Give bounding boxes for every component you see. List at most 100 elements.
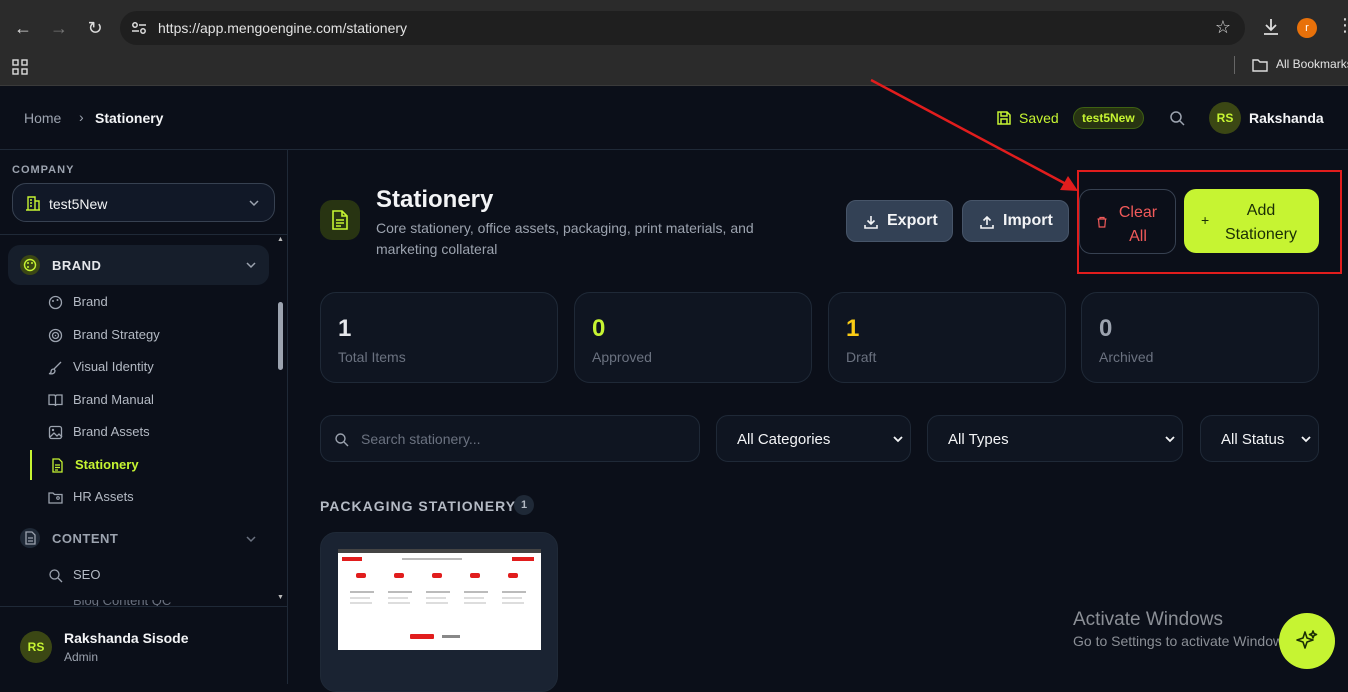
chevron-down-icon [893, 436, 903, 443]
annotation-highlight-box [1077, 170, 1342, 274]
url-text[interactable]: https://app.mengoengine.com/stationery [158, 20, 407, 36]
category-select-value: All Categories [737, 431, 831, 448]
breadcrumb-home[interactable]: Home [24, 110, 61, 126]
search-box[interactable] [320, 415, 700, 462]
page-title: Stationery [376, 186, 494, 213]
book-icon [48, 394, 63, 407]
search-input[interactable] [361, 426, 681, 452]
category-select[interactable]: All Categories [716, 415, 911, 462]
thumbnail-column [386, 573, 416, 617]
sidebar-item-brand-assets[interactable]: Brand Assets [30, 417, 275, 447]
forward-icon[interactable]: → [47, 16, 71, 40]
address-bar[interactable]: https://app.mengoengine.com/stationery ☆ [120, 11, 1245, 45]
stationery-card[interactable] [320, 532, 558, 692]
user-name[interactable]: Rakshanda [1249, 110, 1324, 126]
export-label: Export [887, 212, 938, 229]
thumbnail-line [464, 602, 486, 604]
sidebar-item-label: SEO [73, 567, 101, 582]
brush-icon [48, 361, 62, 375]
thumbnail-line [350, 591, 374, 593]
bookmark-star-icon[interactable]: ☆ [1215, 17, 1231, 38]
stat-card-draft: 1 Draft [828, 292, 1066, 383]
browser-profile-avatar[interactable]: r [1297, 18, 1317, 38]
apps-grid-icon[interactable] [12, 59, 28, 75]
company-select[interactable]: test5New [12, 183, 275, 222]
sidebar-scrollbar[interactable]: ▲ ▼ [276, 236, 286, 604]
scrollbar-thumb[interactable] [278, 302, 283, 370]
ai-assistant-button[interactable] [1279, 613, 1335, 669]
sidebar-item-brand-manual[interactable]: Brand Manual [30, 385, 275, 415]
browser-menu-icon[interactable]: ⋮ [1336, 15, 1348, 36]
sidebar-item-visual-identity[interactable]: Visual Identity [30, 352, 275, 382]
stat-card-approved: 0 Approved [574, 292, 812, 383]
sidebar-item-label: Visual Identity [73, 359, 154, 374]
sidebar: COMPANY test5New ▲ ▼ BRAND Brand Brand S… [0, 150, 288, 684]
thumbnail-line [388, 591, 412, 593]
download-icon[interactable] [1260, 16, 1282, 38]
status-select[interactable]: All Status [1200, 415, 1319, 462]
all-bookmarks-link[interactable]: All Bookmarks [1276, 57, 1348, 71]
thumbnail-column [424, 573, 454, 617]
document-icon [20, 528, 40, 548]
chevron-down-icon [1165, 436, 1175, 443]
stat-value: 1 [338, 315, 352, 342]
thumbnail-line [388, 602, 410, 604]
breadcrumb-chevron-icon: › [79, 109, 84, 125]
export-button[interactable]: Export [846, 200, 953, 242]
chevron-down-icon [1301, 436, 1311, 443]
site-settings-icon[interactable] [130, 19, 148, 37]
sidebar-item-label: HR Assets [73, 489, 134, 504]
app-header: Home › Stationery Saved test5New RS Raks… [0, 86, 1348, 150]
stat-label: Archived [1099, 349, 1154, 365]
thumbnail-badge [356, 573, 366, 578]
sidebar-item-seo[interactable]: SEO [30, 560, 275, 590]
chevron-down-icon [246, 262, 256, 269]
stat-value: 0 [592, 315, 606, 342]
avatar: RS [20, 631, 52, 663]
save-icon [997, 111, 1011, 125]
sidebar-item-hr-assets[interactable]: HR Assets [30, 482, 275, 512]
type-select-value: All Types [948, 431, 1009, 448]
windows-activation-title: Activate Windows [1073, 609, 1223, 630]
thumbnail-browser-bar [338, 549, 541, 553]
stat-card-archived: 0 Archived [1081, 292, 1319, 383]
sidebar-group-label: CONTENT [52, 531, 119, 546]
document-icon [52, 458, 63, 473]
sidebar-user-footer[interactable]: RS Rakshanda Sisode Admin [0, 606, 287, 684]
stationery-page-icon [320, 200, 360, 240]
folder-user-icon [48, 492, 63, 504]
sidebar-item-stationery[interactable]: Stationery [30, 450, 275, 480]
sidebar-item-label: Brand [73, 294, 108, 309]
user-avatar[interactable]: RS [1209, 102, 1241, 134]
breadcrumb-current: Stationery [95, 110, 164, 126]
search-icon [49, 569, 63, 583]
status-select-value: All Status [1221, 431, 1285, 448]
sidebar-item-brand[interactable]: Brand [30, 287, 275, 317]
thumbnail-badge [508, 573, 518, 578]
saved-status: Saved [1019, 110, 1059, 126]
thumbnail-line [464, 597, 484, 599]
folder-icon [1252, 59, 1268, 72]
sidebar-item-brand-strategy[interactable]: Brand Strategy [30, 320, 275, 350]
scroll-down-icon[interactable]: ▼ [277, 594, 284, 601]
thumbnail-badge [432, 573, 442, 578]
bookmarks-bar: All Bookmarks [0, 56, 1348, 86]
sidebar-group-brand[interactable]: BRAND [8, 245, 269, 285]
scroll-up-icon[interactable]: ▲ [277, 236, 284, 243]
reload-icon[interactable]: ↻ [83, 16, 107, 40]
thumbnail-line [502, 591, 526, 593]
import-button[interactable]: Import [962, 200, 1069, 242]
back-icon[interactable]: ← [11, 16, 35, 40]
search-icon[interactable] [1169, 110, 1185, 126]
thumbnail-nav [342, 557, 534, 561]
sidebar-group-content[interactable]: CONTENT [8, 523, 269, 553]
stat-label: Approved [592, 349, 652, 365]
type-select[interactable]: All Types [927, 415, 1183, 462]
thumbnail-line [388, 597, 408, 599]
thumbnail-cta [410, 634, 434, 639]
sidebar-item-label: Brand Strategy [73, 327, 160, 342]
sidebar-divider [0, 234, 287, 235]
thumbnail-line [426, 597, 446, 599]
building-icon [26, 196, 40, 211]
thumbnail-badge [470, 573, 480, 578]
